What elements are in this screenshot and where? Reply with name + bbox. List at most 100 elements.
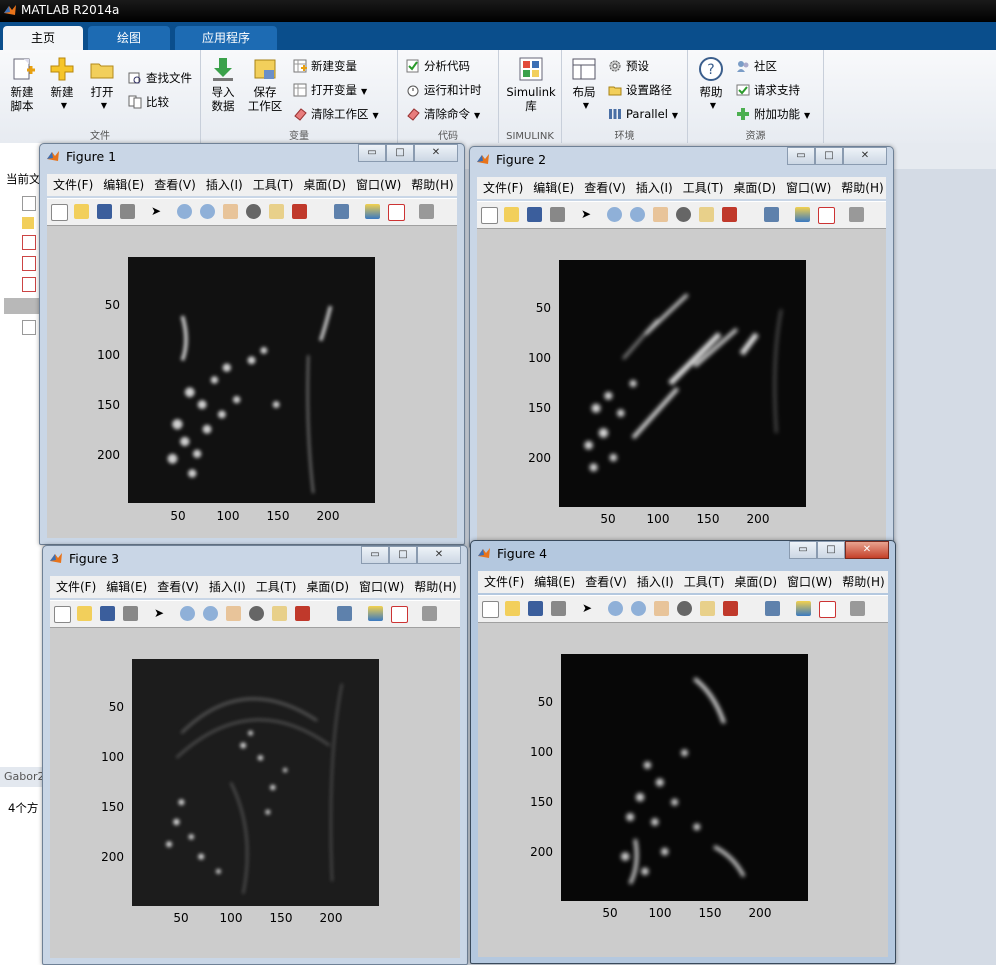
menu-file[interactable]: 文件(F) — [484, 575, 524, 589]
pan-icon[interactable] — [653, 207, 668, 222]
colorbar-icon[interactable] — [795, 207, 810, 222]
menu-desktop[interactable]: 桌面(D) — [733, 181, 776, 195]
tab-apps[interactable]: 应用程序 — [175, 26, 277, 50]
layout-button[interactable]: 布局 ▼ — [566, 56, 602, 113]
zoom-out-icon[interactable] — [203, 606, 218, 621]
plot-tools-icon[interactable] — [850, 601, 865, 616]
menu-insert[interactable]: 插入(I) — [206, 178, 243, 192]
simulink-library-button[interactable]: Simulink 库 — [505, 56, 557, 113]
close-button[interactable]: ✕ — [843, 147, 887, 165]
link-icon[interactable] — [334, 204, 349, 219]
zoom-out-icon[interactable] — [200, 204, 215, 219]
compare-button[interactable]: 比较 — [128, 93, 169, 111]
open-icon[interactable] — [504, 207, 519, 222]
close-button[interactable]: ✕ — [414, 144, 458, 162]
file-icon[interactable] — [22, 196, 36, 211]
import-data-button[interactable]: 导入 数据 — [205, 56, 241, 113]
menu-file[interactable]: 文件(F) — [53, 178, 93, 192]
rotate-icon[interactable] — [676, 207, 691, 222]
zoom-in-icon[interactable] — [608, 601, 623, 616]
rotate-icon[interactable] — [677, 601, 692, 616]
minimize-button[interactable]: ▭ — [789, 541, 817, 559]
minimize-button[interactable]: ▭ — [787, 147, 815, 165]
open-icon[interactable] — [505, 601, 520, 616]
menu-insert[interactable]: 插入(I) — [636, 181, 673, 195]
data-cursor-icon[interactable] — [699, 207, 714, 222]
menu-desktop[interactable]: 桌面(D) — [303, 178, 346, 192]
colorbar-icon[interactable] — [365, 204, 380, 219]
menu-tools[interactable]: 工具(T) — [256, 580, 297, 594]
data-cursor-icon[interactable] — [269, 204, 284, 219]
new-variable-button[interactable]: 新建变量 — [293, 57, 357, 75]
image-plot[interactable] — [132, 659, 379, 906]
print-icon[interactable] — [123, 606, 138, 621]
help-button[interactable]: ? 帮助 ▼ — [694, 56, 728, 113]
menu-window[interactable]: 窗口(W) — [787, 575, 832, 589]
colorbar-icon[interactable] — [368, 606, 383, 621]
legend-icon[interactable] — [391, 606, 408, 623]
save-icon[interactable] — [100, 606, 115, 621]
new-figure-icon[interactable] — [54, 606, 71, 623]
plot-tools-icon[interactable] — [849, 207, 864, 222]
figure-1-window[interactable]: Figure 1 ▭ □ ✕ 文件(F) 编辑(E) 查看(V) 插入(I) 工具(T) 桌面… — [39, 143, 465, 545]
clear-commands-button[interactable]: 清除命令 ▼ — [406, 105, 480, 123]
menu-tools[interactable]: 工具(T) — [684, 575, 725, 589]
menu-tools[interactable]: 工具(T) — [683, 181, 724, 195]
maximize-button[interactable]: □ — [386, 144, 414, 162]
data-cursor-icon[interactable] — [700, 601, 715, 616]
link-icon[interactable] — [337, 606, 352, 621]
pointer-icon[interactable]: ➤ — [581, 207, 596, 222]
minimize-button[interactable]: ▭ — [361, 546, 389, 564]
menu-window[interactable]: 窗口(W) — [356, 178, 401, 192]
maximize-button[interactable]: □ — [817, 541, 845, 559]
print-icon[interactable] — [120, 204, 135, 219]
menu-view[interactable]: 查看(V) — [584, 181, 626, 195]
menu-window[interactable]: 窗口(W) — [786, 181, 831, 195]
close-button[interactable]: ✕ — [417, 546, 461, 564]
plot-tools-icon[interactable] — [422, 606, 437, 621]
open-icon[interactable] — [77, 606, 92, 621]
menu-desktop[interactable]: 桌面(D) — [306, 580, 349, 594]
new-figure-icon[interactable] — [482, 601, 499, 618]
menu-view[interactable]: 查看(V) — [157, 580, 199, 594]
menu-tools[interactable]: 工具(T) — [253, 178, 294, 192]
menu-view[interactable]: 查看(V) — [154, 178, 196, 192]
parallel-button[interactable]: Parallel ▼ — [608, 105, 678, 123]
pointer-icon[interactable]: ➤ — [154, 606, 169, 621]
pointer-icon[interactable]: ➤ — [582, 601, 597, 616]
rotate-icon[interactable] — [249, 606, 264, 621]
maximize-button[interactable]: □ — [815, 147, 843, 165]
legend-icon[interactable] — [819, 601, 836, 618]
file-icon[interactable] — [22, 256, 36, 271]
plot-tools-icon[interactable] — [419, 204, 434, 219]
new-button[interactable]: 新建 ▼ — [44, 56, 80, 113]
pan-icon[interactable] — [223, 204, 238, 219]
find-files-button[interactable]: 查找文件 — [128, 69, 192, 87]
file-icon[interactable] — [22, 235, 36, 250]
request-support-button[interactable]: 请求支持 — [736, 81, 800, 99]
pointer-icon[interactable]: ➤ — [151, 204, 166, 219]
menu-file[interactable]: 文件(F) — [56, 580, 96, 594]
legend-icon[interactable] — [388, 204, 405, 221]
new-figure-icon[interactable] — [51, 204, 68, 221]
brush-icon[interactable] — [723, 601, 738, 616]
analyze-code-button[interactable]: 分析代码 — [406, 57, 470, 75]
minimize-button[interactable]: ▭ — [358, 144, 386, 162]
menu-insert[interactable]: 插入(I) — [637, 575, 674, 589]
zoom-out-icon[interactable] — [630, 207, 645, 222]
image-plot[interactable] — [128, 257, 375, 503]
file-icon[interactable] — [22, 277, 36, 292]
colorbar-icon[interactable] — [796, 601, 811, 616]
figure-2-window[interactable]: Figure 2 ▭ □ ✕ 文件(F) 编辑(E) 查看(V) 插入(I) 工具(T) 桌面… — [469, 146, 894, 548]
print-icon[interactable] — [551, 601, 566, 616]
menu-edit[interactable]: 编辑(E) — [106, 580, 147, 594]
menu-help[interactable]: 帮助(H) — [842, 575, 884, 589]
rotate-icon[interactable] — [246, 204, 261, 219]
set-path-button[interactable]: 设置路径 — [608, 81, 672, 99]
preferences-button[interactable]: 预设 — [608, 57, 649, 75]
legend-icon[interactable] — [818, 207, 835, 224]
menu-help[interactable]: 帮助(H) — [414, 580, 456, 594]
clear-workspace-button[interactable]: 清除工作区 ▼ — [293, 105, 379, 123]
menu-desktop[interactable]: 桌面(D) — [734, 575, 777, 589]
file-icon[interactable] — [22, 320, 36, 335]
